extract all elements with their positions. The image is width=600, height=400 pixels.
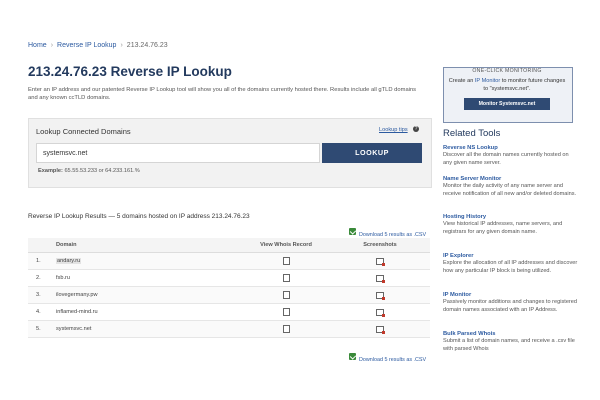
related-tools-title: Related Tools — [443, 128, 501, 139]
help-icon[interactable]: ? — [413, 126, 419, 132]
whois-record-icon[interactable] — [282, 257, 290, 265]
promo-text-start: Create an — [448, 78, 474, 84]
breadcrumb-home-link[interactable]: Home — [28, 42, 47, 49]
domain-cell: andary.ru — [56, 253, 82, 269]
tool-description: Submit a list of domain names, and recei… — [443, 338, 575, 352]
breadcrumb-section-link[interactable]: Reverse IP Lookup — [57, 42, 116, 49]
page-title: 213.24.76.23 Reverse IP Lookup — [28, 64, 232, 79]
related-tool: Name Server Monitor Monitor the daily ac… — [443, 176, 578, 198]
domain-text: systemsvc.net — [56, 326, 92, 332]
screenshot-cell — [340, 287, 420, 301]
row-number: 5. — [36, 326, 41, 332]
screenshot-icon[interactable] — [376, 292, 385, 300]
related-tool: Hosting History View historical IP addre… — [443, 214, 578, 236]
screenshot-icon[interactable] — [376, 309, 385, 317]
results-heading: Reverse IP Lookup Results — 5 domains ho… — [28, 213, 250, 220]
download-csv-icon — [349, 228, 356, 236]
table-row: 5. systemsvc.net — [28, 321, 430, 338]
row-number: 3. — [36, 292, 41, 298]
whois-cell — [246, 321, 326, 335]
whois-cell — [246, 253, 326, 267]
table-header: Domain View Whois Record Screenshots — [28, 238, 430, 253]
screenshot-icon[interactable] — [376, 258, 385, 266]
breadcrumb-separator: › — [120, 42, 123, 49]
tool-description: Monitor the daily activity of any name s… — [443, 183, 577, 197]
related-tool: Reverse NS Lookup Discover all the domai… — [443, 145, 578, 167]
whois-record-icon[interactable] — [282, 291, 290, 299]
row-number: 2. — [36, 275, 41, 281]
breadcrumb-current: 213.24.76.23 — [126, 42, 168, 49]
example-label: Example: — [38, 168, 63, 174]
download-csv-icon — [349, 353, 356, 361]
table-row: 3. ilovegermany.pw — [28, 287, 430, 304]
screenshot-icon[interactable] — [376, 326, 385, 334]
whois-record-icon[interactable] — [282, 325, 290, 333]
monitor-button[interactable]: Monitor Systemsvc.net — [464, 98, 550, 110]
ip-monitor-link[interactable]: IP Monitor — [475, 78, 500, 84]
tool-description: Passively monitor additions and changes … — [443, 299, 578, 313]
domain-text: ilovegermany.pw — [56, 292, 98, 298]
table-row: 2. fsb.ru — [28, 270, 430, 287]
intro-text: Enter an IP address and our patented Rev… — [28, 87, 417, 101]
table-row: 1. andary.ru — [28, 253, 430, 270]
promo-text: Create an IP Monitor to monitor future c… — [448, 78, 566, 93]
related-tool: IP Monitor Passively monitor additions a… — [443, 292, 578, 314]
column-whois: View Whois Record — [260, 242, 312, 248]
whois-record-icon[interactable] — [282, 274, 290, 282]
screenshot-icon[interactable] — [376, 275, 385, 283]
row-number: 4. — [36, 309, 41, 315]
breadcrumb-separator: › — [50, 42, 54, 49]
breadcrumb: Home › Reverse IP Lookup › 213.24.76.23 — [28, 42, 168, 49]
whois-cell — [246, 287, 326, 301]
lookup-heading: Lookup Connected Domains — [36, 127, 131, 136]
lookup-input[interactable]: systemsvc.net — [36, 143, 320, 163]
whois-cell — [246, 304, 326, 318]
screenshot-cell — [340, 321, 420, 335]
screenshot-cell — [340, 253, 420, 267]
csv-download-bottom[interactable]: Download 5 results as .CSV — [349, 348, 426, 366]
promo-label: ONE-CLICK MONITORING — [472, 68, 542, 74]
column-screenshots: Screenshots — [363, 242, 397, 248]
whois-record-icon[interactable] — [282, 308, 290, 316]
domain-text: andary.ru — [56, 258, 82, 264]
table-row: 4. inflamed-mind.ru — [28, 304, 430, 321]
domain-text: fsb.ru — [56, 275, 70, 281]
tool-description: View historical IP addresses, name serve… — [443, 221, 563, 235]
screenshot-cell — [340, 304, 420, 318]
tool-description: Explore the allocation of all IP address… — [443, 260, 578, 274]
related-tool: IP Explorer Explore the allocation of al… — [443, 253, 578, 275]
monitoring-promo — [443, 67, 573, 123]
lookup-tips-link[interactable]: Lookup tips — [379, 127, 408, 133]
related-tool: Bulk Parsed Whois Submit a list of domai… — [443, 331, 578, 353]
example-value: 65.55.53.233 or 64.233.161.% — [64, 168, 140, 174]
whois-cell — [246, 270, 326, 284]
example-text: Example: 65.55.53.233 or 64.233.161.% — [38, 168, 140, 174]
column-domain: Domain — [56, 242, 77, 248]
tool-description: Discover all the domain names currently … — [443, 152, 569, 166]
screenshot-cell — [340, 270, 420, 284]
lookup-button[interactable]: LOOKUP — [322, 143, 422, 163]
csv-download-label[interactable]: Download 5 results as .CSV — [359, 357, 426, 363]
row-number: 1. — [36, 258, 41, 264]
results-table: Domain View Whois Record Screenshots 1. … — [28, 238, 430, 338]
domain-text: inflamed-mind.ru — [56, 309, 98, 315]
